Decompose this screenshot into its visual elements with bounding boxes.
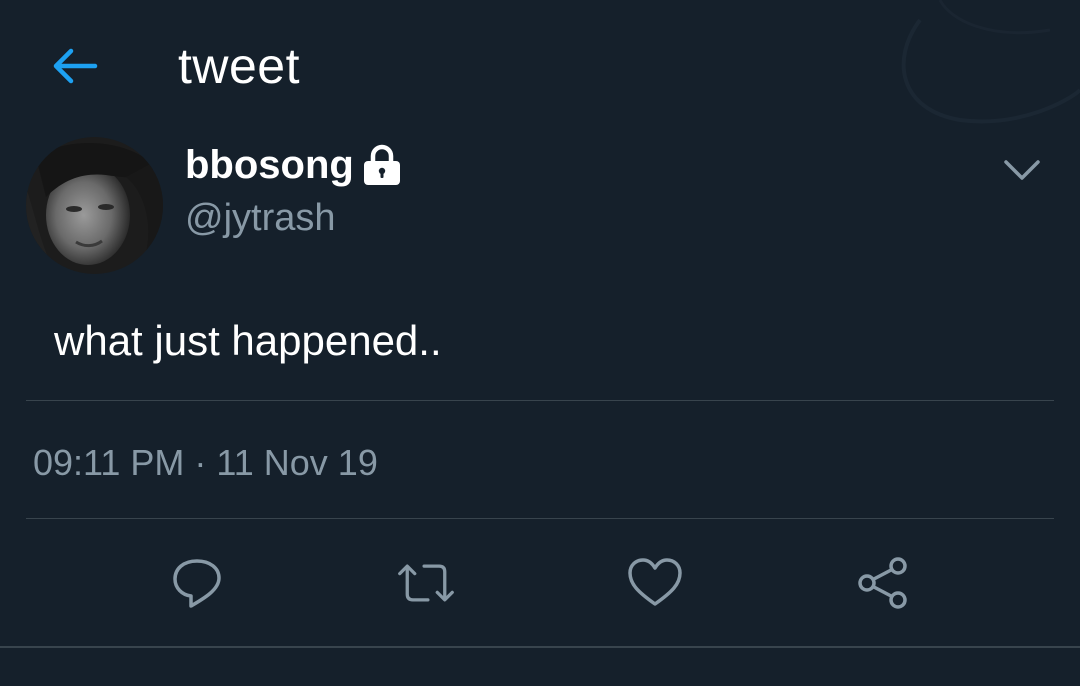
avatar-photo	[26, 137, 163, 274]
divider	[26, 400, 1054, 401]
reply-button[interactable]	[167, 553, 227, 613]
divider	[26, 518, 1054, 519]
divider	[0, 646, 1080, 648]
top-bar: tweet	[0, 0, 1080, 130]
avatar[interactable]	[26, 137, 163, 274]
reply-icon	[173, 559, 221, 608]
share-button[interactable]	[853, 553, 913, 613]
chevron-down-icon	[1004, 160, 1040, 180]
display-name[interactable]: bbosong	[185, 140, 354, 190]
retweet-icon	[398, 564, 454, 602]
tweet-text: what just happened..	[54, 317, 442, 364]
back-button[interactable]	[44, 38, 104, 94]
tweet-timestamp: 09:11 PM · 11 Nov 19	[33, 442, 378, 483]
like-button[interactable]	[625, 553, 685, 613]
arrow-left-icon	[53, 48, 98, 84]
user-handle[interactable]: @jytrash	[185, 194, 336, 242]
retweet-button[interactable]	[396, 553, 456, 613]
page-title: tweet	[178, 38, 301, 94]
share-icon	[858, 557, 907, 609]
tweet-menu-button[interactable]	[996, 148, 1048, 192]
heart-icon	[628, 558, 682, 606]
tweet-detail-screen: tweet bbosong @jytrash what just happene…	[0, 0, 1080, 686]
lock-icon	[364, 144, 400, 185]
